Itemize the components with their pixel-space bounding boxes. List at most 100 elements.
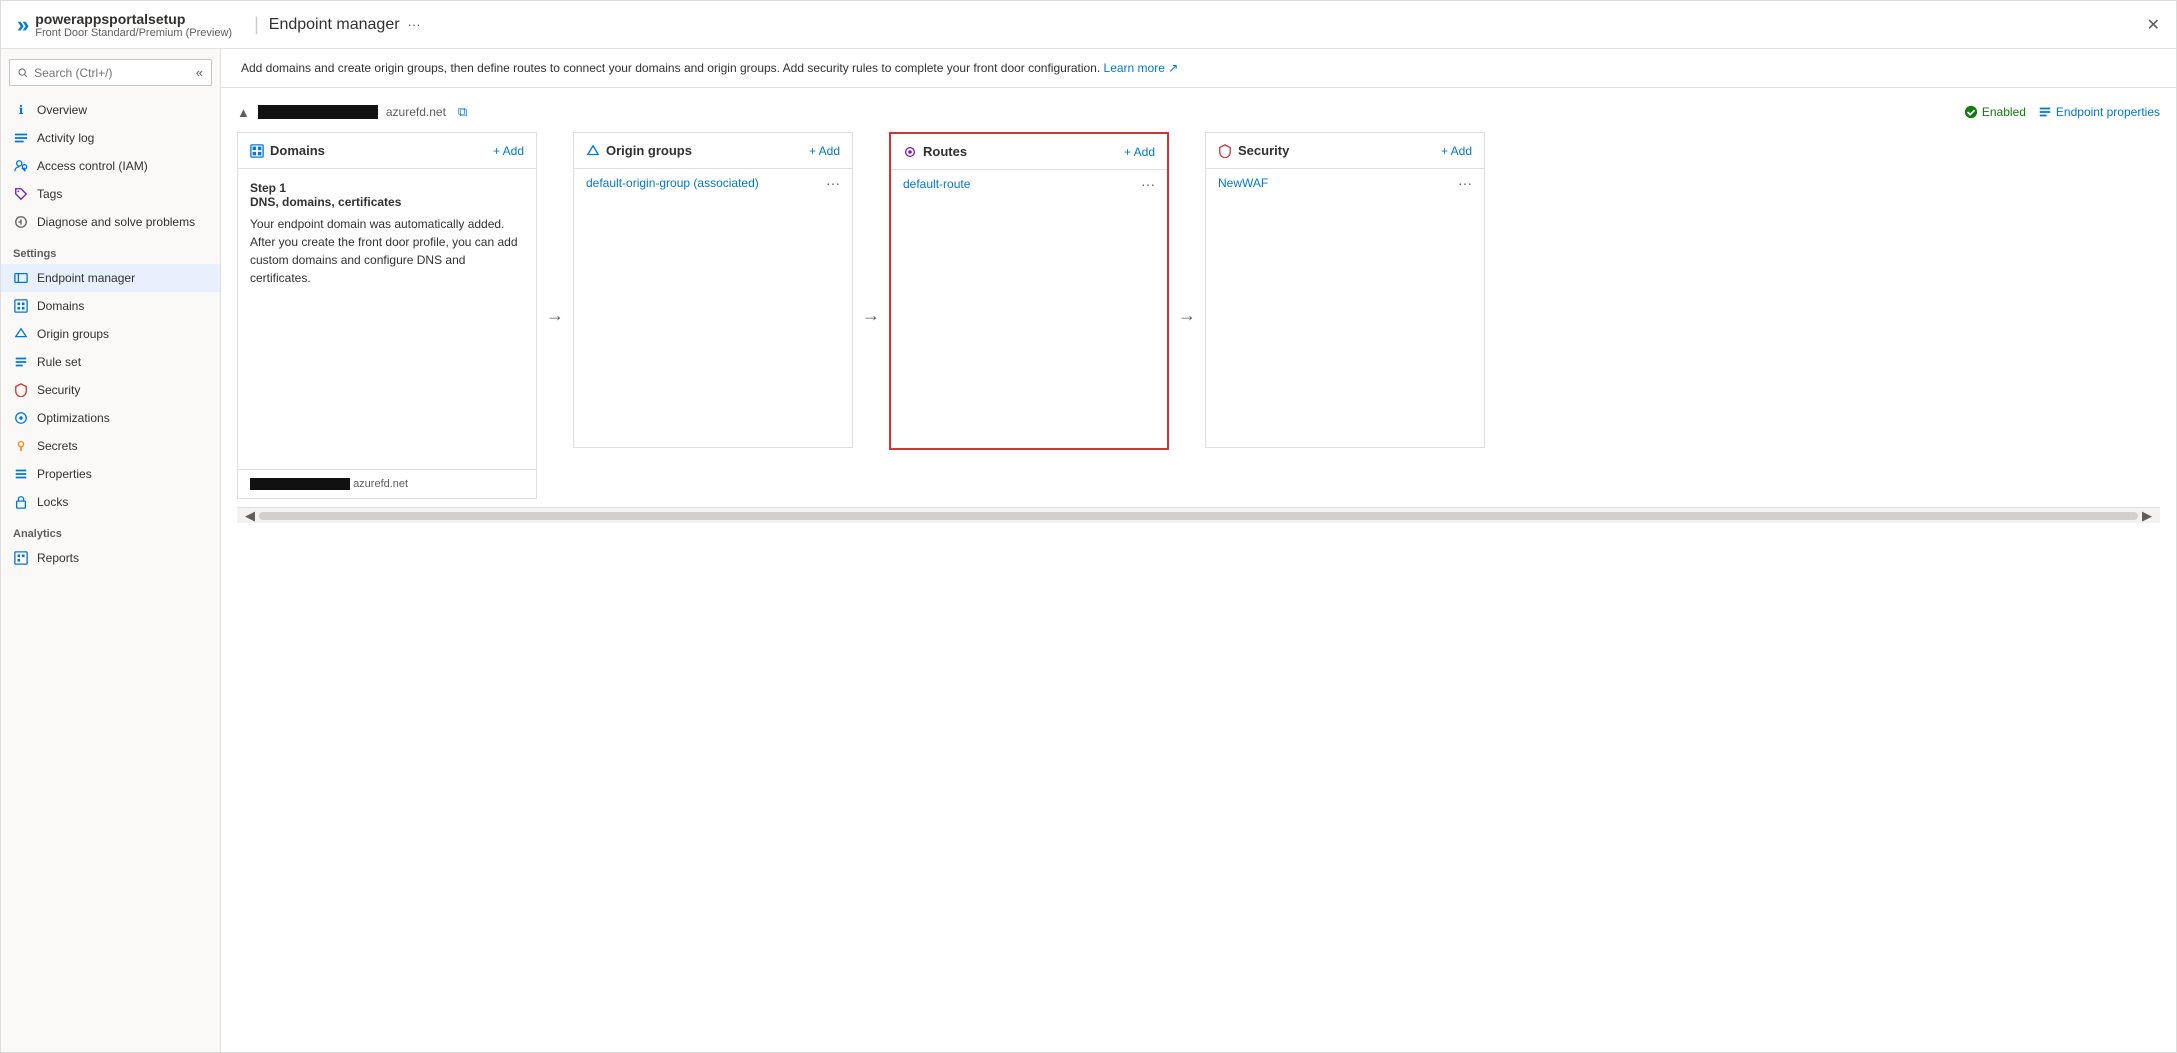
sidebar-item-secrets[interactable]: Secrets xyxy=(1,432,220,460)
header: » powerappsportalsetup Front Door Standa… xyxy=(1,1,2176,49)
learn-more-link[interactable]: Learn more ↗ xyxy=(1104,61,1179,75)
column-title-domains: Domains xyxy=(250,143,325,158)
column-title-label-domains: Domains xyxy=(270,143,325,158)
info-text: Add domains and create origin groups, th… xyxy=(241,61,1100,75)
header-more-button[interactable]: ··· xyxy=(408,17,421,32)
diagnose-icon xyxy=(13,214,29,230)
endpoint-name-redacted xyxy=(258,105,378,119)
sidebar: « ℹ Overview Activity log Access control… xyxy=(1,49,221,1052)
domains-step-desc: Your endpoint domain was automatically a… xyxy=(250,215,524,287)
scroll-track[interactable] xyxy=(259,512,2138,520)
security-more-0[interactable]: ··· xyxy=(1458,175,1472,191)
route-item-0: default-route ··· xyxy=(891,170,1167,198)
column-header-origin-groups: Origin groups + Add xyxy=(574,133,852,169)
search-input[interactable] xyxy=(34,66,190,80)
route-link-0[interactable]: default-route xyxy=(903,177,1141,191)
sidebar-label-iam: Access control (IAM) xyxy=(37,159,148,173)
security-nav-icon xyxy=(13,382,29,398)
copy-icon[interactable]: ⧉ xyxy=(458,104,467,120)
routes-col-icon xyxy=(903,145,917,159)
column-title-routes: Routes xyxy=(903,144,967,159)
add-security-button[interactable]: + Add xyxy=(1441,144,1472,158)
column-title-label-origin-groups: Origin groups xyxy=(606,143,692,158)
sidebar-item-activity-log[interactable]: Activity log xyxy=(1,124,220,152)
domain-footer-redacted xyxy=(250,478,350,490)
enabled-check-icon xyxy=(1964,105,1978,119)
sidebar-item-origin-groups[interactable]: Origin groups xyxy=(1,320,220,348)
learn-more-label: Learn more xyxy=(1104,61,1165,75)
sidebar-label-tags: Tags xyxy=(37,187,62,201)
add-domain-button[interactable]: + Add xyxy=(493,144,524,158)
search-icon xyxy=(18,67,28,79)
column-domains: Domains + Add Step 1 DNS, domains, certi… xyxy=(237,132,537,499)
origin-group-link-0[interactable]: default-origin-group (associated) xyxy=(586,176,826,190)
sidebar-item-access-control[interactable]: Access control (IAM) xyxy=(1,152,220,180)
column-body-origin-groups xyxy=(574,197,852,447)
sidebar-item-optimizations[interactable]: Optimizations xyxy=(1,404,220,432)
arrow-2: → xyxy=(853,132,889,499)
endpoint-header-right: Enabled Endpoint properties xyxy=(1964,105,2160,119)
scroll-right-button[interactable]: ▶ xyxy=(2142,508,2152,524)
logo-icon: » xyxy=(17,12,27,38)
sidebar-item-reports[interactable]: Reports xyxy=(1,544,220,572)
collapse-button[interactable]: « xyxy=(196,65,203,80)
sidebar-label-security: Security xyxy=(37,383,80,397)
arrow-right-icon-3: → xyxy=(1178,305,1196,326)
activity-log-icon xyxy=(13,130,29,146)
scroll-left-button[interactable]: ◀ xyxy=(245,508,255,524)
search-box[interactable]: « xyxy=(9,59,212,86)
properties-icon xyxy=(13,466,29,482)
endpoint-properties-button[interactable]: Endpoint properties xyxy=(2038,105,2160,119)
sidebar-item-security[interactable]: Security xyxy=(1,376,220,404)
sidebar-item-locks[interactable]: Locks xyxy=(1,488,220,516)
sidebar-label-diagnose: Diagnose and solve problems xyxy=(37,215,195,229)
analytics-section-title: Analytics xyxy=(1,516,220,544)
column-header-routes: Routes + Add xyxy=(891,134,1167,170)
sidebar-item-tags[interactable]: Tags xyxy=(1,180,220,208)
info-bar: Add domains and create origin groups, th… xyxy=(221,49,2176,88)
rule-set-icon xyxy=(13,354,29,370)
origin-group-item-0: default-origin-group (associated) ··· xyxy=(574,169,852,197)
arrow-right-icon-1: → xyxy=(546,305,564,326)
add-route-button[interactable]: + Add xyxy=(1124,145,1155,159)
sidebar-item-diagnose[interactable]: Diagnose and solve problems xyxy=(1,208,220,236)
sidebar-label-reports: Reports xyxy=(37,551,79,565)
enabled-label: Enabled xyxy=(1982,105,2026,119)
endpoint-area: ▲ azurefd.net ⧉ Enabled Endpoint propert… xyxy=(221,88,2176,539)
add-origin-group-button[interactable]: + Add xyxy=(809,144,840,158)
step-title-text: DNS, domains, certificates xyxy=(250,195,401,209)
column-title-label-security: Security xyxy=(1238,143,1289,158)
sidebar-label-secrets: Secrets xyxy=(37,439,78,453)
access-control-icon xyxy=(13,158,29,174)
sidebar-item-rule-set[interactable]: Rule set xyxy=(1,348,220,376)
column-routes: Routes + Add default-route ··· xyxy=(889,132,1169,450)
learn-more-icon: ↗ xyxy=(1168,61,1178,75)
column-header-security: Security + Add xyxy=(1206,133,1484,169)
sidebar-item-endpoint-manager[interactable]: Endpoint manager xyxy=(1,264,220,292)
origin-group-more-0[interactable]: ··· xyxy=(826,175,840,191)
close-button[interactable]: ✕ xyxy=(2147,15,2160,35)
column-title-origin-groups: Origin groups xyxy=(586,143,692,158)
header-resource-info: powerappsportalsetup Front Door Standard… xyxy=(35,11,232,39)
secrets-icon xyxy=(13,438,29,454)
endpoint-collapse-button[interactable]: ▲ xyxy=(237,105,250,120)
endpoint-header: ▲ azurefd.net ⧉ Enabled Endpoint propert… xyxy=(237,104,2160,120)
sidebar-label-overview: Overview xyxy=(37,103,87,117)
column-security: Security + Add NewWAF ··· xyxy=(1205,132,1485,448)
column-title-security: Security xyxy=(1218,143,1289,158)
sidebar-label-domains: Domains xyxy=(37,299,84,313)
domain-footer-suffix: azurefd.net xyxy=(353,478,408,490)
sidebar-item-properties[interactable]: Properties xyxy=(1,460,220,488)
column-title-label-routes: Routes xyxy=(923,144,967,159)
settings-section-title: Settings xyxy=(1,236,220,264)
resource-subtitle: Front Door Standard/Premium (Preview) xyxy=(35,27,232,39)
column-body-routes xyxy=(891,198,1167,448)
security-link-0[interactable]: NewWAF xyxy=(1218,176,1458,190)
sidebar-item-domains[interactable]: Domains xyxy=(1,292,220,320)
security-col-icon xyxy=(1218,144,1232,158)
route-more-0[interactable]: ··· xyxy=(1141,176,1155,192)
arrow-1: → xyxy=(537,132,573,499)
sidebar-item-overview[interactable]: ℹ Overview xyxy=(1,96,220,124)
scroll-bar-area: ◀ ▶ xyxy=(237,507,2160,523)
resource-name: powerappsportalsetup xyxy=(35,11,232,27)
